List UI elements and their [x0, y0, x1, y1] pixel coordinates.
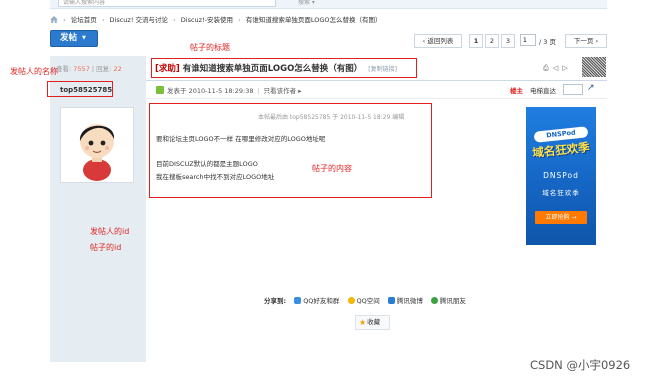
chevron-down-icon: ▼: [82, 35, 86, 41]
share-tencent-friends[interactable]: 腾讯朋友: [440, 297, 466, 305]
online-status-icon: [156, 86, 164, 94]
star-icon: ★: [359, 318, 367, 327]
favorite-label: 收藏: [367, 318, 381, 326]
breadcrumb-item-forum-home[interactable]: 论坛首页: [71, 16, 97, 24]
ad-subtitle: 域名狂欢季: [542, 189, 580, 197]
elevator-label: 电梯直达: [530, 87, 556, 95]
annotation-title-note: 帖子的标题: [190, 43, 230, 52]
tencent-weibo-icon[interactable]: [387, 297, 395, 304]
breadcrumb: › 论坛首页 › Discuz! 交流与讨论 › Discuz!-安装使用 › …: [50, 14, 381, 26]
thread-tools[interactable]: ⎙ ◁ ▷: [543, 64, 569, 73]
breadcrumb-separator: ›: [63, 16, 66, 24]
annotation-content-note: 帖子的内容: [312, 164, 352, 173]
post-content-line: 我在搜板search中找不到对应LOGO地址: [156, 173, 275, 181]
annotation-author-note: 发帖人的名称: [10, 67, 58, 76]
replies-label: 回复:: [96, 65, 112, 73]
post-content-line: 目前DISCUZ默认的都是主题LOGO: [156, 160, 258, 168]
floor-jump-input[interactable]: [563, 84, 583, 95]
qr-code-image: [581, 56, 607, 78]
avatar[interactable]: [60, 107, 134, 183]
share-bar: 分享到: QQ好友和群 QQ空间 腾讯微博 腾讯朋友: [264, 295, 466, 305]
next-page-label: 下一页: [573, 37, 594, 45]
page-jump: [520, 34, 536, 48]
chevron-right-icon: ›: [593, 37, 599, 45]
post-divider: [146, 98, 607, 99]
csdn-watermark: CSDN @小宇0926: [530, 358, 631, 372]
annotation-title-box: [151, 58, 417, 78]
new-post-button[interactable]: 发帖 ▼: [50, 30, 98, 47]
meta-separator: |: [257, 87, 260, 95]
breadcrumb-separator: ›: [238, 16, 241, 24]
annotation-id-note-1: 发帖人的id: [90, 227, 130, 236]
tencent-friends-icon[interactable]: [430, 297, 438, 304]
edit-note: 本帖最后由 top58525785 于 2010-11-5 18:29 编辑: [258, 114, 405, 121]
share-tencent-weibo[interactable]: 腾讯微博: [397, 297, 423, 305]
views-label: 查看:: [56, 65, 72, 73]
avatar-cartoon-image: [61, 108, 133, 182]
back-to-list-label: 返回列表: [427, 37, 454, 45]
next-page-button[interactable]: 下一页 ›: [565, 34, 607, 48]
post-content-line: 要和论坛主页LOGO不一样 在哪里修改对应的LOGO地址呢: [156, 135, 326, 143]
home-icon[interactable]: [50, 16, 58, 23]
share-qq-friends[interactable]: QQ好友和群: [303, 297, 339, 305]
share-qzone[interactable]: QQ空间: [357, 297, 380, 305]
author-name[interactable]: top58525785: [60, 86, 112, 94]
post-meta: 发表于 2010-11-5 18:29:38 | 只看该作者 ▸: [167, 85, 302, 95]
search-type-select[interactable]: 搜索 ▾: [298, 0, 328, 7]
post-time: 发表于 2010-11-5 18:29:38: [167, 87, 254, 95]
chevron-right-icon: ▸: [296, 87, 302, 95]
favorite-button[interactable]: ★收藏: [355, 315, 390, 330]
author-sidebar: [50, 56, 146, 362]
ad-brand: DNSPod: [543, 171, 579, 180]
floor-label: 楼主: [510, 87, 523, 95]
views-count: 7557: [73, 65, 90, 73]
annotation-id-note-2: 帖子的id: [90, 243, 122, 252]
qzone-icon[interactable]: [347, 297, 355, 304]
floor-jump-go-icon[interactable]: ↗: [587, 83, 595, 93]
ad-buy-button[interactable]: 立即抢购 →: [535, 211, 587, 224]
breadcrumb-item-install[interactable]: Discuz!-安装使用: [181, 16, 233, 24]
search-input[interactable]: 请输入搜索内容: [58, 0, 276, 7]
thread-stats: 查看: 7557 | 回复: 22: [56, 63, 122, 73]
page-link-3[interactable]: 3: [501, 34, 515, 48]
new-post-label: 发帖: [60, 33, 78, 43]
breadcrumb-separator: ›: [173, 16, 176, 24]
page-link-2[interactable]: 2: [485, 34, 499, 48]
back-to-list-button[interactable]: ‹ 返回列表: [414, 34, 462, 48]
page-link-1[interactable]: 1: [469, 34, 483, 48]
dnspod-ad-banner[interactable]: DNSPod 域名狂欢季 DNSPod 域名狂欢季 立即抢购 →: [526, 107, 596, 245]
page-total: / 3 页: [539, 38, 556, 46]
only-author-link[interactable]: 只看该作者: [264, 87, 297, 95]
share-label: 分享到:: [264, 297, 287, 305]
breadcrumb-item-discussion[interactable]: Discuz! 交流与讨论: [110, 16, 168, 24]
page-number-input[interactable]: [520, 34, 536, 46]
breadcrumb-separator: ›: [101, 16, 105, 24]
breadcrumb-item-current[interactable]: 有谁知道搜索单独页面LOGO怎么替换（有图）: [246, 16, 382, 24]
replies-count: 22: [113, 65, 122, 73]
qq-friends-icon[interactable]: [294, 297, 302, 304]
